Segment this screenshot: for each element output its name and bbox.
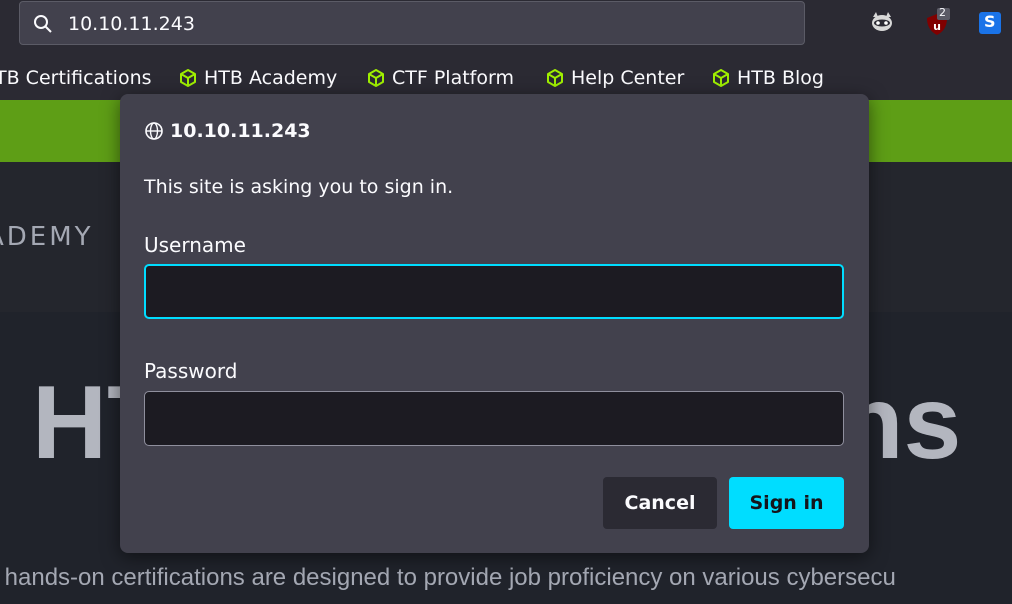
bookmark-label: TB Certifications — [0, 67, 152, 89]
hero-subtitle: s hands-on certifications are designed t… — [0, 564, 896, 591]
dialog-origin-text: 10.10.11.243 — [170, 120, 311, 142]
dialog-message: This site is asking you to sign in. — [144, 176, 454, 198]
url-bar[interactable] — [19, 1, 805, 45]
bookmark-help-center[interactable]: Help Center — [545, 65, 684, 91]
auth-dialog: 10.10.11.243 This site is asking you to … — [120, 94, 869, 553]
cube-icon — [368, 69, 384, 87]
globe-icon — [145, 122, 163, 140]
nav-logo-text[interactable]: ADEMY — [0, 222, 94, 252]
cube-icon — [180, 69, 196, 87]
s-extension-icon[interactable]: S — [979, 8, 1005, 36]
password-field[interactable] — [144, 391, 844, 446]
sign-in-button[interactable]: Sign in — [729, 477, 844, 529]
bookmark-label: HTB Academy — [204, 67, 338, 89]
browser-toolbar: u 2 S — [0, 0, 1012, 57]
search-icon — [34, 15, 52, 33]
ublock-origin-icon[interactable]: u 2 — [924, 6, 950, 36]
bookmark-ctf-platform[interactable]: CTF Platform — [366, 65, 514, 91]
bookmark-label: CTF Platform — [392, 67, 514, 89]
bookmark-htb-blog[interactable]: HTB Blog — [711, 65, 824, 91]
username-field[interactable] — [144, 264, 844, 319]
cube-icon — [547, 69, 563, 87]
cancel-button[interactable]: Cancel — [603, 477, 717, 529]
bookmark-htb-certifications[interactable]: TB Certifications — [0, 65, 152, 91]
s-extension-letter: S — [984, 12, 996, 31]
bookmark-label: HTB Blog — [737, 67, 824, 89]
dialog-origin: 10.10.11.243 — [144, 120, 311, 142]
svg-text:u: u — [933, 20, 941, 33]
cube-icon — [713, 69, 729, 87]
ublock-badge: 2 — [939, 6, 946, 19]
url-input[interactable] — [68, 10, 788, 38]
bookmark-label: Help Center — [571, 67, 685, 89]
bookmark-htb-academy[interactable]: HTB Academy — [178, 65, 337, 91]
raccoon-extension-icon[interactable] — [869, 8, 895, 36]
password-label: Password — [144, 359, 238, 383]
username-label: Username — [144, 233, 246, 257]
